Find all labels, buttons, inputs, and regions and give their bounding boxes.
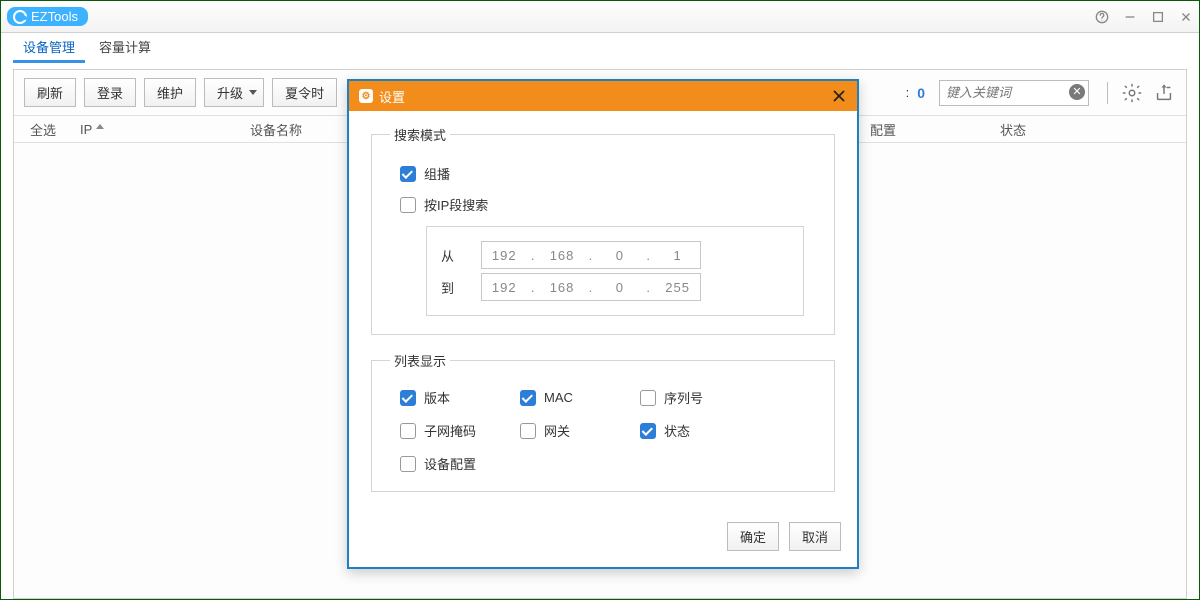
col-select-all[interactable]: 全选: [24, 120, 74, 139]
fieldset-list-display: 列表显示 版本 MAC 序列号 子网掩码 网关 状态 设备配置: [371, 351, 835, 492]
checkbox-multicast[interactable]: [400, 166, 416, 182]
maintain-button[interactable]: 维护: [144, 78, 196, 107]
col-ip[interactable]: IP: [74, 122, 244, 137]
legend-list-display: 列表显示: [390, 351, 450, 370]
tab-capacity-calc[interactable]: 容量计算: [89, 31, 161, 63]
colon-label: :: [906, 85, 910, 100]
label-multicast: 组播: [424, 164, 450, 183]
search-wrap: ✕: [939, 80, 1089, 106]
checkbox-ip-range[interactable]: [400, 197, 416, 213]
device-count: 0: [917, 85, 925, 101]
titlebar: EZTools: [1, 1, 1199, 33]
login-button[interactable]: 登录: [84, 78, 136, 107]
export-icon[interactable]: [1152, 81, 1176, 105]
checkbox-status[interactable]: [640, 423, 656, 439]
search-input[interactable]: [939, 80, 1089, 106]
checkbox-subnet[interactable]: [400, 423, 416, 439]
fieldset-search-mode: 搜索模式 组播 按IP段搜索 从 192. 168. 0.: [371, 125, 835, 335]
label-device-config: 设备配置: [424, 454, 476, 473]
col-config[interactable]: 配置: [864, 120, 994, 139]
label-subnet: 子网掩码: [424, 421, 476, 440]
col-status[interactable]: 状态: [994, 120, 1114, 139]
label-status: 状态: [664, 421, 690, 440]
tab-device-management[interactable]: 设备管理: [13, 31, 85, 63]
checkbox-version[interactable]: [400, 390, 416, 406]
label-from: 从: [441, 246, 465, 265]
label-gateway: 网关: [544, 421, 570, 440]
app-logo-icon: [13, 10, 27, 24]
ok-button[interactable]: 确定: [727, 522, 779, 551]
checkbox-mac[interactable]: [520, 390, 536, 406]
ip-to-input[interactable]: 192. 168. 0. 255: [481, 273, 701, 301]
app-name: EZTools: [31, 9, 78, 24]
dialog-body: 搜索模式 组播 按IP段搜索 从 192. 168. 0.: [349, 111, 857, 512]
upgrade-button[interactable]: 升级: [204, 78, 264, 107]
label-to: 到: [441, 278, 465, 297]
maximize-icon[interactable]: [1151, 10, 1165, 24]
toolbar-divider: [1107, 82, 1108, 104]
chevron-down-icon: [249, 90, 257, 95]
gear-icon: ⚙: [359, 89, 373, 103]
settings-dialog: ⚙ 设置 搜索模式 组播 按IP段搜索 从: [347, 79, 859, 569]
dialog-titlebar: ⚙ 设置: [349, 81, 857, 111]
checkbox-device-config[interactable]: [400, 456, 416, 472]
cancel-button[interactable]: 取消: [789, 522, 841, 551]
legend-search-mode: 搜索模式: [390, 125, 450, 144]
dialog-title: 设置: [379, 87, 405, 106]
ip-range-box: 从 192. 168. 0. 1 到 192. 168.: [426, 226, 804, 316]
close-icon[interactable]: [1179, 10, 1193, 24]
ip-from-input[interactable]: 192. 168. 0. 1: [481, 241, 701, 269]
checkbox-serial[interactable]: [640, 390, 656, 406]
settings-icon[interactable]: [1120, 81, 1144, 105]
help-icon[interactable]: [1095, 10, 1109, 24]
checkbox-gateway[interactable]: [520, 423, 536, 439]
dst-button[interactable]: 夏令时: [272, 78, 337, 107]
titlebar-controls: [1095, 10, 1193, 24]
dialog-close-icon[interactable]: [831, 88, 847, 104]
label-version: 版本: [424, 388, 450, 407]
minimize-icon[interactable]: [1123, 10, 1137, 24]
clear-search-icon[interactable]: ✕: [1069, 84, 1085, 100]
label-mac: MAC: [544, 390, 573, 405]
tabs-row: 设备管理 容量计算: [1, 33, 1199, 63]
dialog-footer: 确定 取消: [349, 512, 857, 567]
app-window: EZTools 设备管理 容量计算 刷新 登录 维护 升级 夏令时 : 0: [0, 0, 1200, 600]
app-brand: EZTools: [7, 7, 88, 26]
refresh-button[interactable]: 刷新: [24, 78, 76, 107]
label-serial: 序列号: [664, 388, 703, 407]
label-ip-range: 按IP段搜索: [424, 195, 488, 214]
upgrade-label: 升级: [217, 83, 243, 102]
